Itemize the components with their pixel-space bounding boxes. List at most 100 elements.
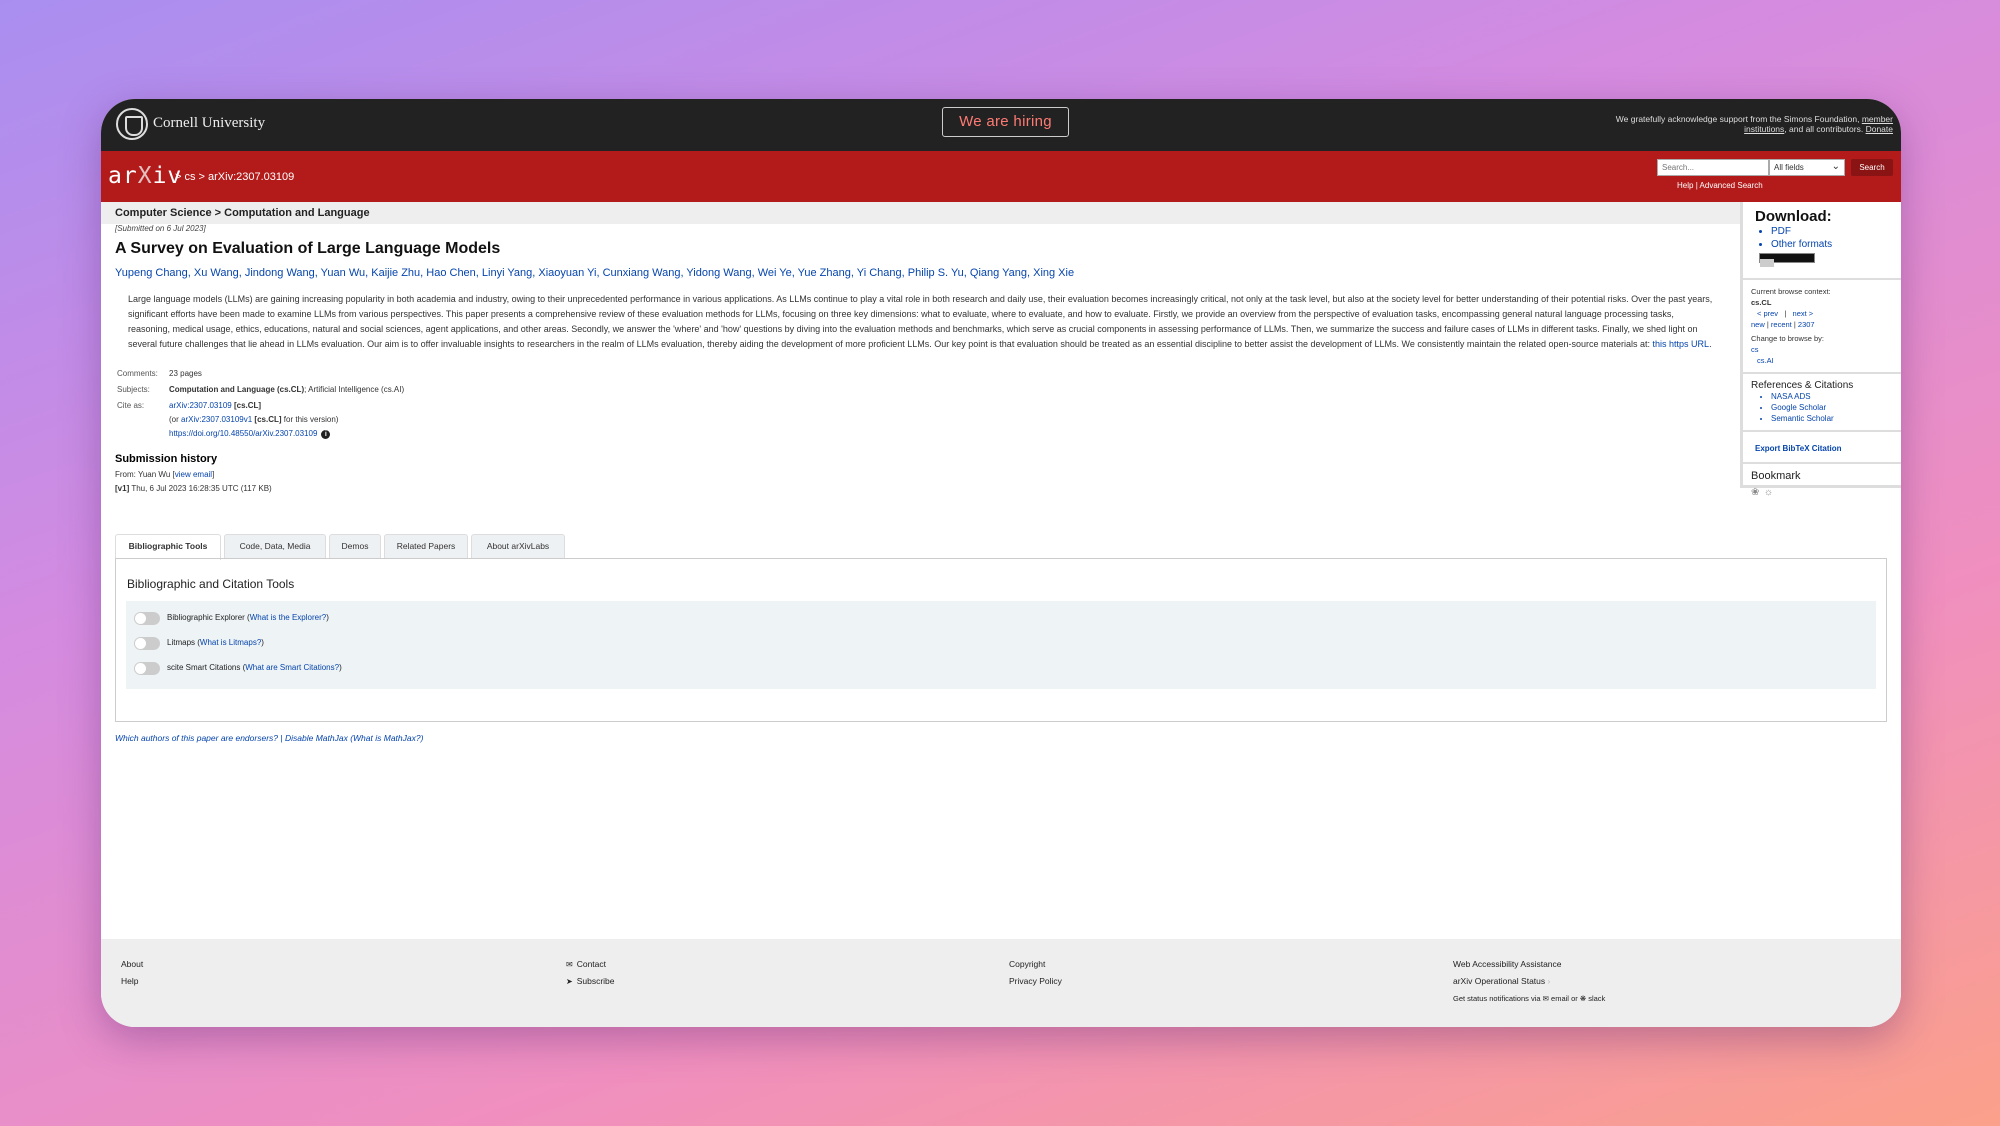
search-field-select[interactable]: All fields ⌄ bbox=[1769, 159, 1845, 176]
envelope-icon: ✉ bbox=[1542, 994, 1549, 1003]
scite-name: scite Smart Citations bbox=[167, 663, 241, 672]
litmaps-label: Litmaps (What is Litmaps?) bbox=[167, 638, 264, 647]
browse-cs-link[interactable]: cs bbox=[1751, 345, 1759, 354]
semantic-scholar-link[interactable]: Semantic Scholar bbox=[1771, 413, 1893, 424]
history-v1-text: Thu, 6 Jul 2023 16:28:35 UTC (117 KB) bbox=[131, 484, 272, 493]
explorer-label: Bibliographic Explorer (What is the Expl… bbox=[167, 613, 329, 622]
ack-text: We gratefully acknowledge support from t… bbox=[1615, 114, 1860, 124]
litmaps-info-link[interactable]: What is Litmaps? bbox=[200, 638, 261, 647]
breadcrumb[interactable]: > cs > arXiv:2307.03109 bbox=[175, 171, 294, 183]
advanced-search-link[interactable]: Advanced Search bbox=[1700, 181, 1763, 190]
cornell-bar: Cornell University We are hiring We grat… bbox=[101, 99, 1901, 151]
tab-about-arxivlabs[interactable]: About arXivLabs bbox=[471, 534, 565, 558]
search-button[interactable]: Search bbox=[1851, 159, 1893, 176]
bookmark-section: Bookmark ❀ ☼ bbox=[1743, 464, 1901, 506]
tab-code-data-media[interactable]: Code, Data, Media bbox=[224, 534, 326, 558]
bibsonomy-icon[interactable]: ❀ bbox=[1751, 487, 1759, 498]
cornell-seal-icon[interactable] bbox=[116, 108, 148, 140]
subject-header[interactable]: Computer Science > Computation and Langu… bbox=[101, 202, 1741, 224]
doi-link[interactable]: https://doi.org/10.48550/arXiv.2307.0310… bbox=[169, 429, 317, 438]
envelope-icon: ✉ bbox=[566, 960, 573, 969]
month-link[interactable]: 2307 bbox=[1798, 320, 1815, 329]
help-separator: | bbox=[1695, 181, 1698, 190]
prev-link[interactable]: < prev bbox=[1757, 309, 1778, 318]
slack-icon: ❋ bbox=[1579, 994, 1587, 1003]
help-link[interactable]: Help bbox=[1677, 181, 1693, 190]
explorer-toggle[interactable] bbox=[134, 612, 160, 625]
arxiv-logo[interactable]: arXiv bbox=[108, 163, 182, 189]
history-close: ] bbox=[212, 470, 215, 479]
scite-info-link[interactable]: What are Smart Citations? bbox=[245, 663, 339, 672]
google-scholar-link[interactable]: Google Scholar bbox=[1771, 402, 1893, 413]
page-footnote: Which authors of this paper are endorser… bbox=[115, 733, 423, 743]
contact-link[interactable]: ✉ Contact bbox=[566, 956, 615, 973]
author-list[interactable]: Yupeng Chang, Xu Wang, Jindong Wang, Yua… bbox=[115, 267, 1735, 279]
search-field-value: All fields bbox=[1774, 163, 1804, 172]
litmaps-toggle[interactable] bbox=[134, 637, 160, 650]
extra-services-sidebar: Download: PDF Other formats Current brow… bbox=[1740, 202, 1901, 498]
slack-notif-link[interactable]: ❋ slack bbox=[1580, 994, 1605, 1003]
download-section: Download: PDF Other formats bbox=[1743, 202, 1901, 280]
next-link[interactable]: next > bbox=[1793, 309, 1814, 318]
paper-main: [Submitted on 6 Jul 2023] A Survey on Ev… bbox=[115, 224, 1735, 496]
donate-link[interactable]: Donate bbox=[1866, 124, 1893, 134]
accessibility-link[interactable]: Web Accessibility Assistance bbox=[1453, 956, 1605, 973]
footer-help-link[interactable]: Help bbox=[121, 973, 143, 990]
info-icon[interactable]: i bbox=[321, 430, 331, 439]
explorer-info-link[interactable]: What is the Explorer? bbox=[250, 613, 326, 622]
browse-context-value: cs.CL bbox=[1751, 298, 1772, 307]
other-formats-link[interactable]: Other formats bbox=[1771, 238, 1893, 251]
logo-ar: ar bbox=[108, 163, 138, 189]
status-label: arXiv Operational Status bbox=[1453, 976, 1546, 986]
license-badge-icon[interactable] bbox=[1759, 253, 1815, 267]
footer: About Help ✉ Contact ➤ Subscribe Copyright… bbox=[101, 939, 1901, 1027]
operational-status-link[interactable]: arXiv Operational Status › bbox=[1453, 973, 1605, 990]
footer-col-2: ✉ Contact ➤ Subscribe bbox=[566, 956, 615, 990]
submitted-date: [Submitted on 6 Jul 2023] bbox=[115, 224, 206, 233]
notif-or: or bbox=[1571, 994, 1578, 1003]
abstract-url-link[interactable]: this https URL bbox=[1653, 339, 1710, 349]
scite-toggle[interactable] bbox=[134, 662, 160, 675]
new-link[interactable]: new bbox=[1751, 320, 1765, 329]
nasa-ads-link[interactable]: NASA ADS bbox=[1771, 391, 1893, 402]
recent-link[interactable]: recent bbox=[1771, 320, 1792, 329]
what-is-mathjax-link[interactable]: (What is MathJax?) bbox=[350, 733, 423, 743]
cite-id-link[interactable]: arXiv:2307.03109 bbox=[169, 401, 232, 410]
reddit-icon[interactable]: ☼ bbox=[1764, 487, 1773, 498]
download-heading: Download: bbox=[1755, 208, 1832, 225]
comments-value: 23 pages bbox=[169, 369, 202, 378]
tab-related-papers[interactable]: Related Papers bbox=[384, 534, 468, 558]
tab-bibliographic-tools[interactable]: Bibliographic Tools bbox=[115, 534, 221, 560]
browse-context-section: Current browse context: cs.CL < prev | n… bbox=[1743, 280, 1901, 374]
hiring-button[interactable]: We are hiring bbox=[942, 107, 1069, 137]
endorsers-link[interactable]: Which authors of this paper are endorser… bbox=[115, 733, 278, 743]
disable-mathjax-link[interactable]: Disable MathJax bbox=[285, 733, 348, 743]
cite-v1-link[interactable]: arXiv:2307.03109v1 bbox=[181, 415, 252, 424]
footnote-separator: | bbox=[280, 733, 283, 743]
contact-label: Contact bbox=[576, 959, 606, 969]
abstract: Large language models (LLMs) are gaining… bbox=[128, 292, 1718, 352]
cornell-name[interactable]: Cornell University bbox=[153, 115, 265, 132]
export-bibtex-link[interactable]: Export BibTeX Citation bbox=[1751, 444, 1842, 453]
search-input[interactable] bbox=[1657, 159, 1769, 176]
cite-label: Cite as: bbox=[117, 401, 145, 410]
acknowledgement: We gratefully acknowledge support from t… bbox=[1593, 114, 1893, 134]
privacy-link[interactable]: Privacy Policy bbox=[1009, 973, 1062, 990]
abstract-text: Large language models (LLMs) are gaining… bbox=[128, 294, 1713, 349]
secondary-subjects: ; Artificial Intelligence (cs.AI) bbox=[304, 385, 405, 394]
pdf-link[interactable]: PDF bbox=[1771, 225, 1893, 238]
view-email-link[interactable]: view email bbox=[175, 470, 212, 479]
paper-title: A Survey on Evaluation of Large Language… bbox=[115, 240, 501, 257]
email-notif-link[interactable]: ✉ email bbox=[1543, 994, 1569, 1003]
comments-row: Comments: 23 pages bbox=[117, 367, 404, 381]
abstract-end: . bbox=[1709, 339, 1712, 349]
browse-ai-link[interactable]: cs.AI bbox=[1757, 356, 1774, 365]
help-links: Help | Advanced Search bbox=[1677, 181, 1763, 190]
subscribe-link[interactable]: ➤ Subscribe bbox=[566, 973, 615, 990]
copyright-link[interactable]: Copyright bbox=[1009, 956, 1062, 973]
comments-label: Comments: bbox=[117, 369, 158, 378]
tab-demos[interactable]: Demos bbox=[329, 534, 381, 558]
subjects-row: Subjects: Computation and Language (cs.C… bbox=[117, 383, 404, 397]
cite-v1-tag: [cs.CL] bbox=[254, 415, 282, 424]
about-link[interactable]: About bbox=[121, 956, 143, 973]
